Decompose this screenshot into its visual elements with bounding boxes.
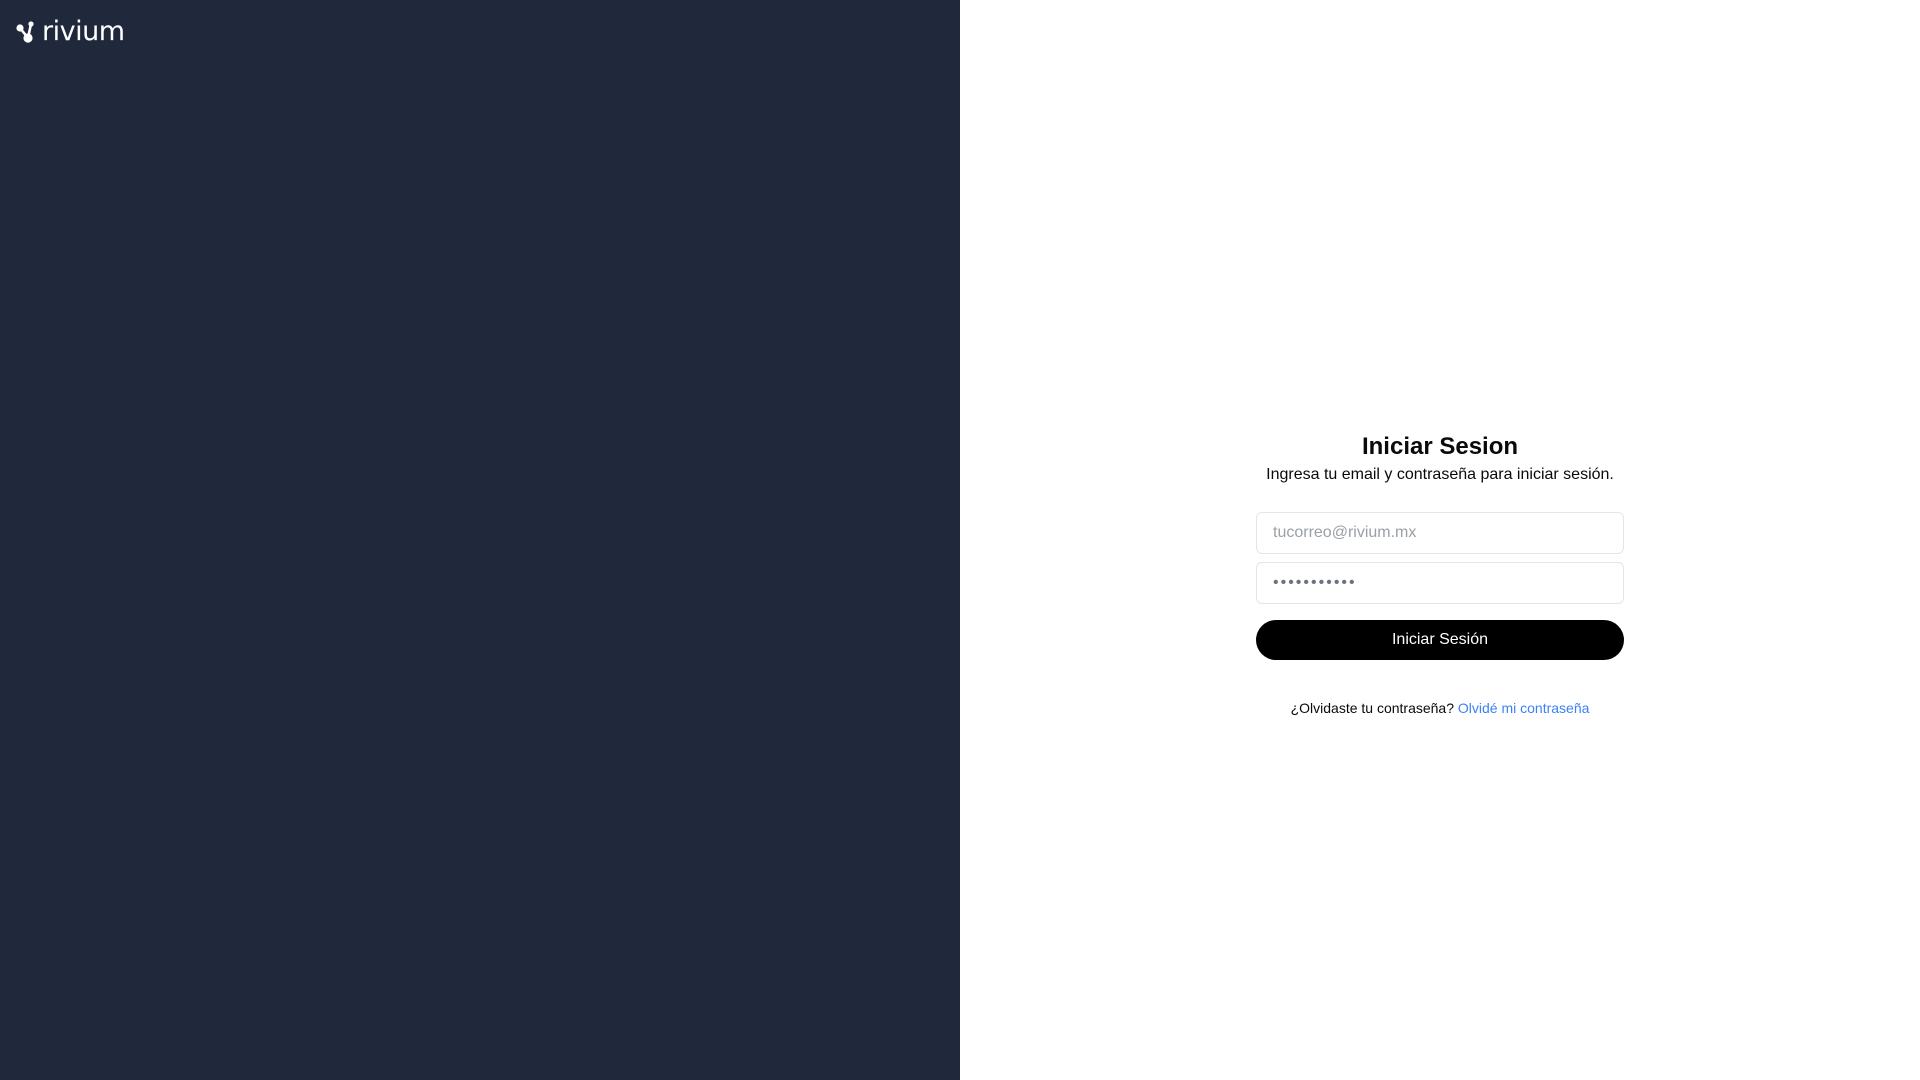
form-panel: Iniciar Sesion Ingresa tu email y contra… (960, 0, 1920, 1080)
forgot-password-row: ¿Olvidaste tu contraseña? Olvidé mi cont… (1291, 700, 1590, 716)
forgot-password-prompt: ¿Olvidaste tu contraseña? (1290, 699, 1458, 716)
login-form: Iniciar Sesion Ingresa tu email y contra… (1256, 431, 1624, 716)
brand-name: rivium (42, 16, 125, 47)
login-page: rivium Iniciar Sesion Ingresa tu email y… (0, 0, 1920, 1080)
page-subtitle: Ingresa tu email y contraseña para inici… (1266, 465, 1614, 483)
page-title: Iniciar Sesion (1361, 432, 1519, 460)
password-field[interactable] (1256, 561, 1624, 604)
forgot-password-link[interactable]: Olvidé mi contraseña (1458, 700, 1590, 716)
rivium-logo-mark-icon (16, 20, 34, 43)
brand-logo[interactable]: rivium (16, 18, 125, 45)
email-field[interactable] (1256, 511, 1624, 554)
login-button[interactable]: Iniciar Sesión (1256, 619, 1624, 660)
brand-panel: rivium (0, 0, 960, 1080)
